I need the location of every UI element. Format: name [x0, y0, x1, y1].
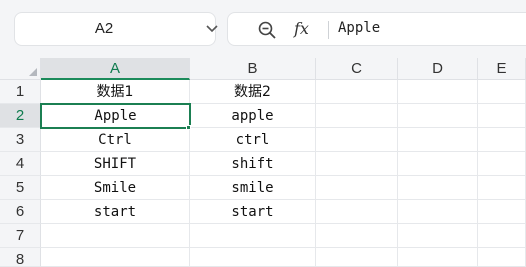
cell-b4[interactable]: shift	[190, 152, 316, 176]
select-all-corner[interactable]	[0, 58, 41, 80]
cell-a8[interactable]	[41, 248, 190, 267]
column-header-c[interactable]: C	[316, 58, 398, 80]
column-header-e[interactable]: E	[478, 58, 526, 80]
cell-b2[interactable]: apple	[190, 104, 316, 128]
cell-a2-active[interactable]: Apple	[40, 103, 191, 129]
row-header-6[interactable]: 6	[0, 200, 41, 224]
cell-e4[interactable]	[478, 152, 526, 176]
cell-e2[interactable]	[478, 104, 526, 128]
cell-a7[interactable]	[41, 224, 190, 248]
corner-triangle-icon	[29, 68, 37, 76]
row-header-1[interactable]: 1	[0, 80, 41, 104]
cell-b1[interactable]: 数据2	[190, 80, 316, 104]
cell-d8[interactable]	[398, 248, 478, 267]
row-header-4[interactable]: 4	[0, 152, 41, 176]
cell-d6[interactable]	[398, 200, 478, 224]
cell-c5[interactable]	[316, 176, 398, 200]
name-box-value[interactable]: A2	[15, 13, 193, 45]
row-header-3[interactable]: 3	[0, 128, 41, 152]
cell-a1[interactable]: 数据1	[41, 80, 190, 104]
cell-a4[interactable]: SHIFT	[41, 152, 190, 176]
cell-c7[interactable]	[316, 224, 398, 248]
column-header-d[interactable]: D	[398, 58, 478, 80]
cell-c8[interactable]	[316, 248, 398, 267]
fill-handle[interactable]	[186, 125, 191, 130]
cell-c3[interactable]	[316, 128, 398, 152]
spreadsheet-grid: A B C D E 1 2 3 4 5 6 7 8 数据1 数据2 apple …	[0, 58, 526, 267]
cell-d3[interactable]	[398, 128, 478, 152]
cell-d1[interactable]	[398, 80, 478, 104]
formula-toolbar: A2 fx Apple	[0, 0, 526, 58]
cell-e1[interactable]	[478, 80, 526, 104]
row-header-2[interactable]: 2	[0, 104, 41, 128]
fx-icon[interactable]: fx	[294, 19, 309, 38]
row-header-8[interactable]: 8	[0, 248, 41, 267]
cell-b3[interactable]: ctrl	[190, 128, 316, 152]
cell-b6[interactable]: start	[190, 200, 316, 224]
cell-e8[interactable]	[478, 248, 526, 267]
formula-divider	[328, 21, 329, 39]
cell-d4[interactable]	[398, 152, 478, 176]
cell-e5[interactable]	[478, 176, 526, 200]
cell-d5[interactable]	[398, 176, 478, 200]
cell-a6[interactable]: start	[41, 200, 190, 224]
column-header-b[interactable]: B	[190, 58, 316, 80]
column-header-a[interactable]: A	[41, 58, 190, 80]
cell-b7[interactable]	[190, 224, 316, 248]
row-header-5[interactable]: 5	[0, 176, 41, 200]
cell-c2[interactable]	[316, 104, 398, 128]
formula-input[interactable]: Apple	[338, 20, 380, 36]
chevron-down-icon[interactable]	[206, 25, 218, 33]
cell-e7[interactable]	[478, 224, 526, 248]
cell-e6[interactable]	[478, 200, 526, 224]
cell-d2[interactable]	[398, 104, 478, 128]
zoom-icon[interactable]	[257, 20, 277, 40]
cell-c4[interactable]	[316, 152, 398, 176]
cell-c6[interactable]	[316, 200, 398, 224]
name-box[interactable]: A2	[14, 12, 218, 46]
cell-e3[interactable]	[478, 128, 526, 152]
cell-b8[interactable]	[190, 248, 316, 267]
cell-c1[interactable]	[316, 80, 398, 104]
cell-a3[interactable]: Ctrl	[41, 128, 190, 152]
cell-b5[interactable]: smile	[190, 176, 316, 200]
cell-a5[interactable]: Smile	[41, 176, 190, 200]
cell-d7[interactable]	[398, 224, 478, 248]
row-header-7[interactable]: 7	[0, 224, 41, 248]
formula-bar[interactable]: fx Apple	[227, 12, 526, 46]
